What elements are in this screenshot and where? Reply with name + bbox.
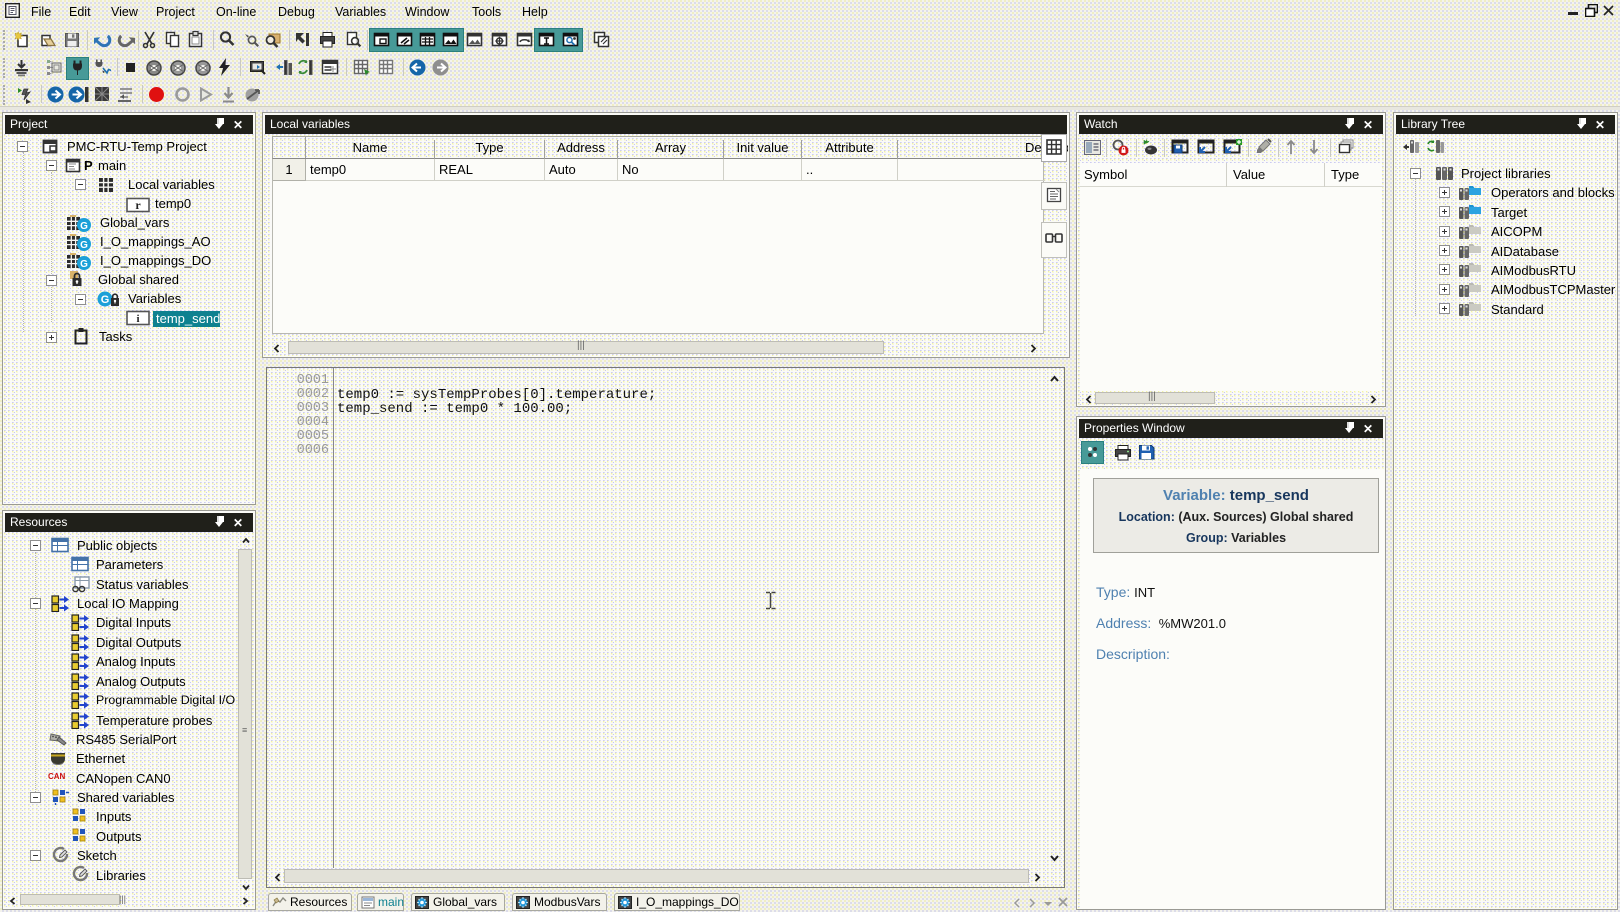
svg-text:G: G [80, 221, 88, 232]
svg-text:G: G [80, 259, 88, 270]
svg-text:G: G [80, 240, 88, 251]
svg-text:i: i [136, 313, 139, 325]
svg-text:r: r [135, 198, 141, 212]
svg-text:G: G [101, 294, 110, 306]
